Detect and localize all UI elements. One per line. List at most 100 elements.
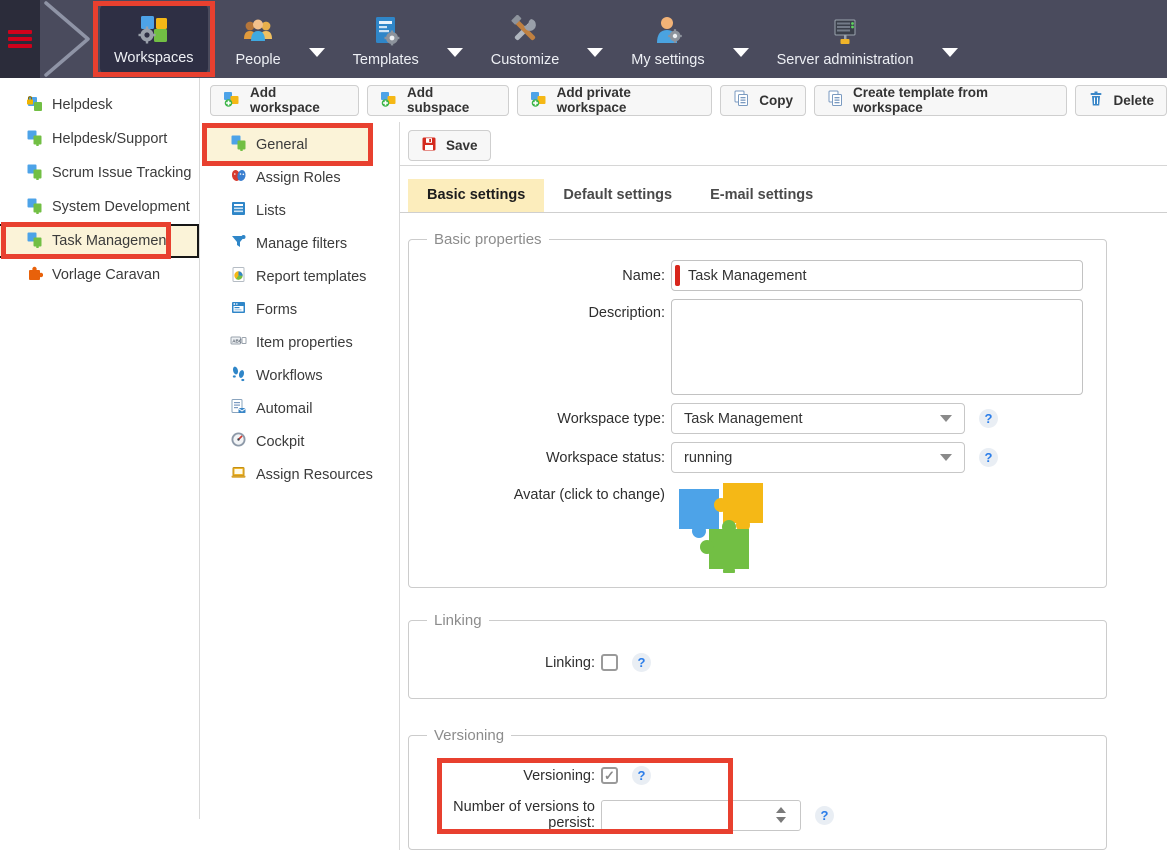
sidebar-item-system-development[interactable]: System Development [0, 190, 199, 224]
sidebar-item-vorlage-caravan[interactable]: Vorlage Caravan [0, 258, 199, 292]
workspace-puzzle-icon [26, 197, 43, 218]
form-window-icon [230, 299, 247, 320]
tab-default-settings[interactable]: Default settings [544, 179, 691, 212]
versions-to-persist-spinner[interactable] [601, 800, 801, 831]
menu-item-lists[interactable]: Lists [200, 194, 399, 227]
linking-help-icon[interactable]: ? [632, 653, 651, 672]
menu-item-report-templates[interactable]: Report templates [200, 260, 399, 293]
button-label: Delete [1113, 93, 1154, 108]
nav-item-templates[interactable]: Templates [341, 0, 431, 78]
menu-item-cockpit[interactable]: Cockpit [200, 425, 399, 458]
workspace-puzzle-icon [26, 231, 43, 252]
spinner-arrows-icon[interactable] [776, 801, 786, 830]
copy-button[interactable]: Copy [720, 85, 806, 116]
button-label: Add workspace [250, 85, 346, 115]
versions-to-persist-help-icon[interactable]: ? [815, 806, 834, 825]
nav-item-label: Server administration [777, 52, 914, 68]
description-textarea[interactable] [671, 299, 1083, 395]
settings-tabs: Basic settings Default settings E-mail s… [400, 166, 1167, 213]
nav-item-my-settings[interactable]: My settings [619, 0, 716, 78]
selected-value: running [684, 450, 732, 466]
menu-item-label: Lists [256, 203, 286, 219]
workspace-toolbar: Add workspace Add subspace Add private w… [200, 78, 1167, 122]
hamburger-menu-icon[interactable] [8, 30, 32, 48]
add-private-workspace-icon [530, 90, 548, 111]
save-button[interactable]: Save [408, 130, 491, 161]
workspace-avatar[interactable] [677, 481, 769, 573]
templates-icon [371, 13, 401, 47]
menu-item-manage-filters[interactable]: Manage filters [200, 227, 399, 260]
people-dropdown-arrow[interactable] [309, 48, 325, 57]
sidebar-item-helpdesk[interactable]: Helpdesk [0, 88, 199, 122]
workspace-type-select[interactable]: Task Management [671, 403, 965, 434]
required-marker [675, 265, 680, 286]
menu-item-label: Assign Resources [256, 467, 373, 483]
nav-item-label: Customize [491, 52, 560, 68]
server-administration-dropdown-arrow[interactable] [942, 48, 958, 57]
basic-properties-fieldset: Basic properties Name: Description: [408, 231, 1107, 588]
sidebar-item-helpdesk-support[interactable]: Helpdesk/Support [0, 122, 199, 156]
menu-item-general[interactable]: General [206, 128, 368, 161]
nav-item-label: People [236, 52, 281, 68]
tab-basic-settings[interactable]: Basic settings [408, 179, 544, 212]
linking-fieldset: Linking Linking: ? [408, 612, 1107, 699]
footprints-icon [230, 365, 247, 386]
nav-item-label: My settings [631, 52, 704, 68]
menu-item-automail[interactable]: Automail [200, 392, 399, 425]
server-administration-icon [828, 13, 862, 47]
templates-dropdown-arrow[interactable] [447, 48, 463, 57]
filter-icon [230, 233, 247, 254]
general-puzzle-icon [230, 134, 247, 155]
masks-icon [230, 167, 247, 188]
customize-dropdown-arrow[interactable] [587, 48, 603, 57]
workspaces-icon [138, 11, 170, 45]
workspace-settings-panel: Save Basic settings Default settings E-m… [400, 122, 1167, 850]
settings-form: Basic properties Name: Description: [400, 213, 1167, 850]
menu-item-assign-resources[interactable]: Assign Resources [200, 458, 399, 491]
workspace-type-help-icon[interactable]: ? [979, 409, 998, 428]
menu-item-assign-roles[interactable]: Assign Roles [200, 161, 399, 194]
versions-to-persist-label: Number of versions to persist: [421, 799, 601, 831]
gauge-icon [230, 431, 247, 452]
abc-properties-icon: ABC [230, 332, 247, 353]
workspace-lock-icon [26, 95, 43, 116]
nav-item-people[interactable]: People [224, 0, 293, 78]
workspace-sidebar: Helpdesk Helpdesk/Support Scrum Issue Tr… [0, 78, 200, 819]
my-settings-dropdown-arrow[interactable] [733, 48, 749, 57]
save-row: Save [400, 122, 1167, 166]
versioning-checkbox[interactable]: ✓ [601, 767, 618, 784]
nav-item-server-administration[interactable]: Server administration [765, 0, 926, 78]
sidebar-item-label: Helpdesk [52, 97, 112, 113]
nav-item-workspaces[interactable]: Workspaces [100, 4, 208, 74]
name-input[interactable] [671, 260, 1083, 291]
menu-item-workflows[interactable]: Workflows [200, 359, 399, 392]
add-subspace-button[interactable]: Add subspace [367, 85, 509, 116]
add-workspace-button[interactable]: Add workspace [210, 85, 359, 116]
list-icon [230, 200, 247, 221]
avatar-label: Avatar (click to change) [421, 481, 671, 503]
nav-item-customize[interactable]: Customize [479, 0, 572, 78]
linking-checkbox[interactable] [601, 654, 618, 671]
nav-item-label: Templates [353, 52, 419, 68]
create-template-icon [827, 90, 844, 110]
workspace-status-select[interactable]: running [671, 442, 965, 473]
menu-item-item-properties[interactable]: ABC Item properties [200, 326, 399, 359]
sidebar-item-label: Task Management [52, 233, 170, 249]
menu-item-forms[interactable]: Forms [200, 293, 399, 326]
add-private-workspace-button[interactable]: Add private workspace [517, 85, 713, 116]
delete-button[interactable]: Delete [1075, 85, 1167, 116]
workspace-puzzle-icon [26, 129, 43, 150]
svg-text:ABC: ABC [232, 338, 243, 343]
tab-email-settings[interactable]: E-mail settings [691, 179, 832, 212]
sidebar-item-task-management[interactable]: Task Management [0, 224, 199, 258]
versioning-help-icon[interactable]: ? [632, 766, 651, 785]
top-navigation-bar: Workspaces People Templates [0, 0, 1167, 78]
trash-icon [1088, 90, 1104, 110]
create-template-from-workspace-button[interactable]: Create template from workspace [814, 85, 1068, 116]
sidebar-item-scrum-issue-tracking[interactable]: Scrum Issue Tracking [0, 156, 199, 190]
nav-item-label: Workspaces [114, 50, 194, 66]
chevron-right-icon [40, 0, 94, 78]
sidebar-item-label: System Development [52, 199, 190, 215]
workspace-status-help-icon[interactable]: ? [979, 448, 998, 467]
versioning-fieldset: Versioning Versioning: ✓ ? Number of ver… [408, 727, 1107, 850]
